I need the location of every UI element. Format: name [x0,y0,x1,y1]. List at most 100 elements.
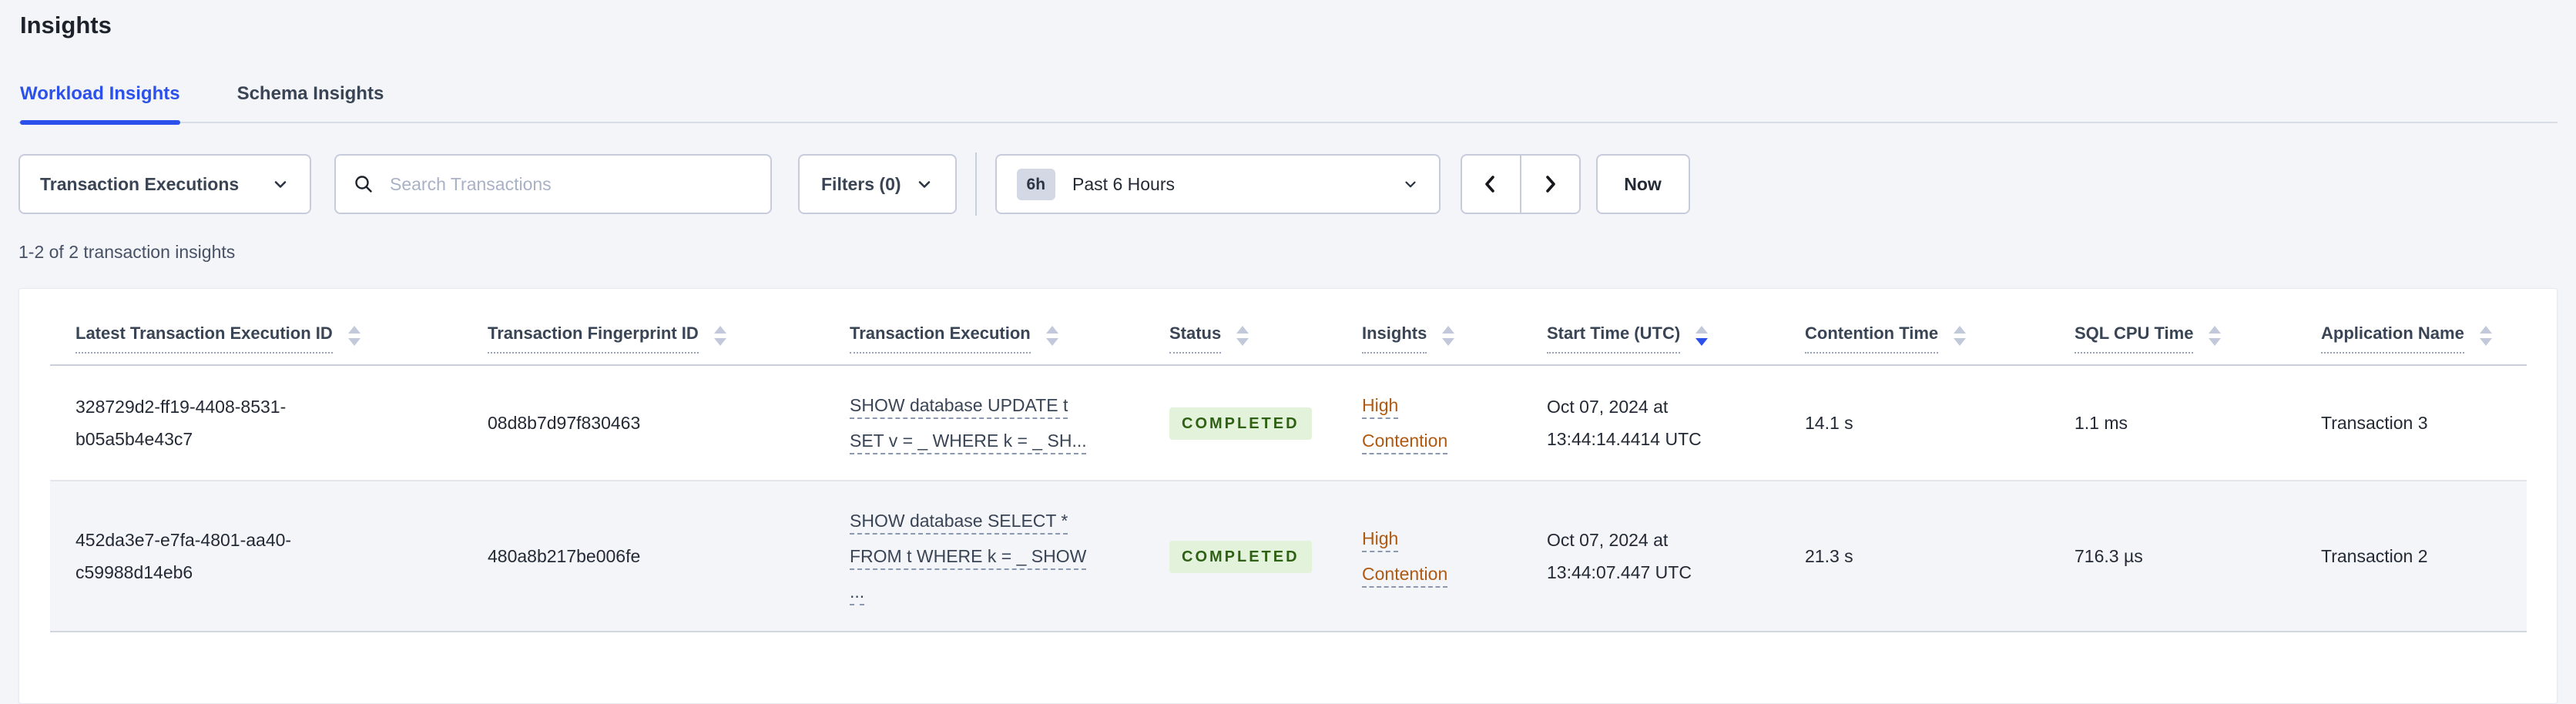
sort-icon[interactable] [2479,325,2492,346]
start-time-text: Oct 07, 2024 at [1547,396,1669,417]
sort-desc-arrow-icon [2479,337,2492,346]
column-header-status[interactable]: Status [1144,289,1337,366]
cell-contention-time: 21.3 s [1779,480,2049,632]
cell-insights: High Contention [1337,364,1521,481]
previous-time-range-button[interactable] [1460,154,1521,214]
sort-asc-arrow-icon [1696,325,1709,334]
cell-transaction-execution: SHOW database SELECT * FROM t WHERE k = _… [824,480,1144,632]
contention-time-text: 21.3 s [1805,545,1853,566]
latest-execution-id-text: 328729d2-ff19-4408-8531- [75,396,287,417]
time-range-picker[interactable]: 6h Past 6 Hours [995,154,1441,214]
column-label-execution_id: Latest Transaction Execution ID [75,323,333,354]
sort-desc-arrow-icon [1696,337,1709,346]
cell-fingerprint-id: 480a8b217be006fe [462,480,824,632]
start-time-text: Oct 07, 2024 at [1547,529,1669,550]
sort-asc-arrow-icon [713,325,726,334]
search-box [334,154,772,214]
sort-icon[interactable] [2209,325,2222,346]
sort-icon[interactable] [1954,325,1967,346]
insight-high-contention-link[interactable]: High Contention [1362,387,1470,458]
cell-latest-execution-id: 328729d2-ff19-4408-8531- b05a5b4e43c7 [50,364,462,481]
fingerprint-id-text: 480a8b217be006fe [488,545,641,566]
filters-dropdown[interactable]: Filters (0) [798,154,957,214]
start-time-text: 13:44:14.4414 UTC [1547,428,1702,449]
sort-asc-arrow-icon [1954,325,1967,334]
sort-asc-arrow-icon [1442,325,1455,334]
sort-desc-arrow-icon [347,337,361,346]
fingerprint-id-text: 08d8b7d97f830463 [488,412,641,433]
column-header-fingerprint_id[interactable]: Transaction Fingerprint ID [462,289,824,366]
sql-cpu-time-text: 1.1 ms [2075,412,2128,433]
column-label-status: Status [1169,323,1222,354]
results-summary: 1-2 of 2 transaction insights [18,242,236,262]
transaction-execution-link[interactable]: FROM t WHERE k = _ SHOW [850,538,1086,574]
sort-icon[interactable] [1236,325,1249,346]
start-time-text: 13:44:07.447 UTC [1547,562,1692,582]
chevron-down-icon [915,175,934,193]
sort-icon[interactable] [347,325,361,346]
sql-cpu-time-text: 716.3 µs [2075,545,2143,566]
status-badge: COMPLETED [1169,540,1312,573]
view-type-dropdown[interactable]: Transaction Executions [18,154,311,214]
column-label-fingerprint_id: Transaction Fingerprint ID [488,323,699,354]
table-header-row: Latest Transaction Execution ID Transacti… [50,289,2527,366]
sort-icon[interactable] [713,325,726,346]
column-header-execution[interactable]: Transaction Execution [824,289,1144,366]
column-label-contention_time: Contention Time [1805,323,1939,354]
column-label-start_time: Start Time (UTC) [1547,323,1681,354]
sort-asc-arrow-icon [2479,325,2492,334]
cell-start-time: Oct 07, 2024 at 13:44:07.447 UTC [1521,480,1779,632]
transaction-execution-link[interactable]: SHOW database SELECT * [850,503,1068,538]
next-time-range-button[interactable] [1519,154,1581,214]
tab-workload-insights[interactable]: Workload Insights [20,83,180,125]
sort-desc-arrow-icon [1954,337,1967,346]
insight-high-contention-link[interactable]: High Contention [1362,521,1470,592]
cell-fingerprint-id: 08d8b7d97f830463 [462,364,824,481]
insights-page: Insights Workload Insights Schema Insigh… [0,12,2576,704]
insights-table-card: Latest Transaction Execution ID Transacti… [18,288,2558,704]
chevron-down-icon [271,175,290,193]
filters-dropdown-label: Filters (0) [821,173,901,194]
now-button-label: Now [1624,173,1662,194]
sort-desc-arrow-icon [1045,337,1058,346]
chevron-down-icon [1402,176,1419,193]
chevron-right-icon [1539,173,1561,195]
column-header-insights[interactable]: Insights [1337,289,1521,366]
column-header-sql_cpu_time[interactable]: SQL CPU Time [2049,289,2296,366]
sort-icon[interactable] [1696,325,1709,346]
now-button[interactable]: Now [1595,154,1690,214]
column-header-contention_time[interactable]: Contention Time [1779,289,2049,366]
cell-status: COMPLETED [1144,364,1337,481]
tab-schema-insights[interactable]: Schema Insights [237,83,384,122]
latest-execution-id-text: b05a5b4e43c7 [75,428,193,449]
cell-transaction-execution: SHOW database UPDATE t SET v = _ WHERE k … [824,364,1144,481]
sort-icon[interactable] [1045,325,1058,346]
search-input[interactable] [388,173,753,196]
latest-execution-id-text: 452da3e7-e7fa-4801-aa40- [75,529,292,550]
column-header-start_time[interactable]: Start Time (UTC) [1521,289,1779,366]
application-name-text: Transaction 3 [2321,412,2428,433]
sort-desc-arrow-icon [2209,337,2222,346]
sort-icon[interactable] [1442,325,1455,346]
page-title: Insights [20,12,112,39]
transaction-execution-link[interactable]: SHOW database UPDATE t [850,387,1068,423]
sort-asc-arrow-icon [1236,325,1249,334]
chevron-left-icon [1480,173,1501,195]
view-type-dropdown-label: Transaction Executions [40,173,240,194]
time-pager [1460,154,1581,214]
sort-asc-arrow-icon [1045,325,1058,334]
transaction-execution-link[interactable]: ... [850,574,864,609]
column-header-application_name[interactable]: Application Name [2296,289,2527,366]
sort-desc-arrow-icon [1236,337,1249,346]
cell-start-time: Oct 07, 2024 at 13:44:14.4414 UTC [1521,364,1779,481]
cell-application-name: Transaction 2 [2296,480,2527,632]
cell-contention-time: 14.1 s [1779,364,2049,481]
transaction-execution-link[interactable]: SET v = _ WHERE k = _ SH... [850,423,1087,458]
contention-time-text: 14.1 s [1805,412,1853,433]
table-body: 328729d2-ff19-4408-8531- b05a5b4e43c7 08d8… [50,364,2527,632]
column-label-application_name: Application Name [2321,323,2464,354]
sort-desc-arrow-icon [713,337,726,346]
column-header-execution_id[interactable]: Latest Transaction Execution ID [50,289,462,366]
application-name-text: Transaction 2 [2321,545,2428,566]
status-badge: COMPLETED [1169,407,1312,440]
